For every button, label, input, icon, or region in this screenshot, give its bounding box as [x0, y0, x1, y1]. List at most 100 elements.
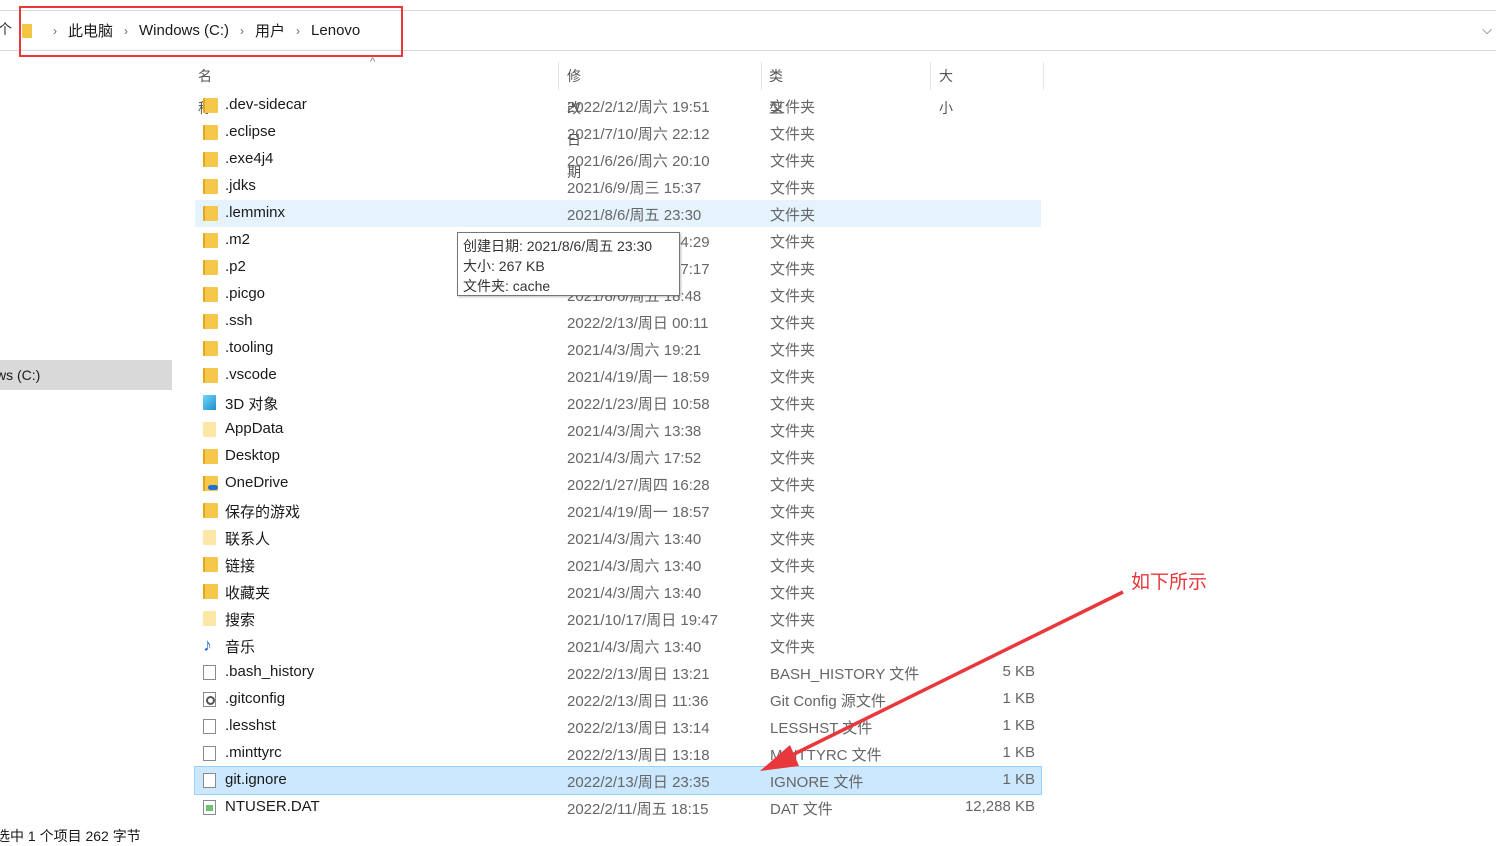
tooltip-size: 大小: 267 KB: [463, 258, 545, 274]
file-date: 2021/7/10/周六 22:12: [567, 126, 710, 143]
file-date: 2022/1/27/周四 16:28: [567, 477, 710, 494]
file-date: 2022/2/12/周六 19:51: [567, 99, 710, 116]
file-row[interactable]: .jdks 2021/6/9/周三 15:37 文件夹: [195, 173, 1041, 200]
file-row[interactable]: .dev-sidecar 2022/2/12/周六 19:51 文件夹: [195, 92, 1041, 119]
file-row[interactable]: .eclipse 2021/7/10/周六 22:12 文件夹: [195, 119, 1041, 146]
file-type: 文件夹: [770, 423, 816, 440]
file-name: .bash_history: [225, 663, 315, 680]
tooltip-folder: 文件夹: cache: [463, 278, 551, 294]
up-arrow-icon[interactable]: 个: [0, 19, 12, 39]
onedrive-folder-icon: [203, 476, 218, 491]
file-name: .lesshst: [225, 717, 276, 734]
file-row[interactable]: .exe4j4 2021/6/26/周六 20:10 文件夹: [195, 146, 1041, 173]
nav-item-label: ): [0, 427, 1, 443]
file-row[interactable]: AppData 2021/4/3/周六 13:38 文件夹: [195, 416, 1041, 443]
3d-objects-icon: [203, 395, 216, 410]
file-type: 文件夹: [770, 531, 816, 548]
column-divider[interactable]: [930, 62, 931, 90]
file-name: .picgo: [225, 285, 266, 302]
file-name: .m2: [225, 231, 251, 248]
column-divider[interactable]: [558, 62, 559, 90]
file-date: 2022/1/23/周日 10:58: [567, 396, 710, 413]
file-icon: [203, 746, 216, 761]
file-row[interactable]: 链接 2021/4/3/周六 13:40 文件夹: [195, 551, 1041, 578]
file-name: 3D 对象: [225, 396, 279, 413]
nav-item-drive-c[interactable]: ws (C:): [0, 360, 172, 390]
file-date: 2021/8/6/周五 23:30: [567, 207, 702, 224]
file-type: 文件夹: [770, 369, 816, 386]
file-name: 链接: [225, 558, 256, 575]
nav-item-drive[interactable]: ): [0, 420, 172, 450]
column-divider[interactable]: [761, 62, 762, 90]
links-icon: [203, 557, 218, 572]
column-divider[interactable]: [1043, 62, 1044, 90]
file-date: 2022/2/13/周日 13:21: [567, 666, 710, 683]
file-date: 2021/4/3/周六 13:40: [567, 558, 702, 575]
file-row[interactable]: .minttyrc 2022/2/13/周日 13:18 MINTTYRC 文件 1 …: [195, 740, 1041, 767]
folder-icon: [203, 98, 218, 113]
folder-icon: [203, 449, 218, 464]
folder-icon: [203, 125, 218, 140]
column-header-size[interactable]: 大小: [939, 60, 953, 116]
file-row[interactable]: 保存的游戏 2021/4/19/周一 18:57 文件夹: [195, 497, 1041, 524]
file-row[interactable]: .tooling 2021/4/3/周六 19:21 文件夹: [195, 335, 1041, 362]
file-type: 文件夹: [770, 396, 816, 413]
chevron-down-icon[interactable]: ⌵: [1482, 22, 1492, 38]
folder-icon: [203, 206, 218, 221]
file-name: NTUSER.DAT: [225, 798, 320, 815]
nav-item-label: ): [0, 397, 1, 413]
file-type: IGNORE 文件: [770, 774, 864, 791]
file-type: 文件夹: [770, 639, 816, 656]
file-name: .lemminx: [225, 204, 286, 221]
file-row[interactable]: 3D 对象 2022/1/23/周日 10:58 文件夹: [195, 389, 1041, 416]
column-header-type[interactable]: 类型: [769, 60, 783, 116]
file-row[interactable]: 联系人 2021/4/3/周六 13:40 文件夹: [195, 524, 1041, 551]
file-row[interactable]: .bash_history 2022/2/13/周日 13:21 BASH_HIST…: [195, 659, 1041, 686]
file-name: .tooling: [225, 339, 274, 356]
file-row[interactable]: 收藏夹 2021/4/3/周六 13:40 文件夹: [195, 578, 1041, 605]
breadcrumb-highlight-box: [19, 6, 403, 57]
file-row[interactable]: 搜索 2021/10/17/周日 19:47 文件夹: [195, 605, 1041, 632]
file-name: .p2: [225, 258, 246, 275]
column-header-name[interactable]: 名称: [198, 60, 212, 116]
file-row[interactable]: NTUSER.DAT 2022/2/11/周五 18:15 DAT 文件 12,288…: [195, 794, 1041, 821]
file-size: 1 KB: [1002, 771, 1035, 788]
file-size: 5 KB: [1002, 663, 1035, 680]
file-type: 文件夹: [770, 126, 816, 143]
config-file-icon: [203, 692, 216, 707]
file-type: 文件夹: [770, 504, 816, 521]
column-header-date[interactable]: 修改日期: [567, 60, 581, 180]
file-type: 文件夹: [770, 612, 816, 629]
file-name: AppData: [225, 420, 284, 437]
sort-ascending-icon: ^: [370, 56, 376, 68]
file-type: Git Config 源文件: [770, 693, 886, 710]
file-row[interactable]: ♪ 音乐 2021/4/3/周六 13:40 文件夹: [195, 632, 1041, 659]
file-row[interactable]: Desktop 2021/4/3/周六 17:52 文件夹: [195, 443, 1041, 470]
file-row[interactable]: .lesshst 2022/2/13/周日 13:14 LESSHST 文件 1 KB: [195, 713, 1041, 740]
file-name: .gitconfig: [225, 690, 286, 707]
file-row[interactable]: .gitconfig 2022/2/13/周日 11:36 Git Config 源…: [195, 686, 1041, 713]
file-row[interactable]: .ssh 2022/2/13/周日 00:11 文件夹: [195, 308, 1041, 335]
file-date: 2021/4/3/周六 13:38: [567, 423, 702, 440]
file-name: git.ignore: [225, 771, 287, 788]
status-bar: 选中 1 个项目 262 字节: [0, 828, 141, 844]
file-date: 2022/2/13/周日 23:35: [567, 774, 710, 791]
file-size: 1 KB: [1002, 744, 1035, 761]
file-row[interactable]: .vscode 2021/4/19/周一 18:59 文件夹: [195, 362, 1041, 389]
file-name: 联系人: [225, 531, 271, 548]
nav-item-drive[interactable]: ): [0, 390, 172, 420]
file-row[interactable]: .lemminx 2021/8/6/周五 23:30 文件夹: [195, 200, 1041, 227]
file-row[interactable]: git.ignore 2022/2/13/周日 23:35 IGNORE 文件 1 K…: [194, 766, 1042, 795]
file-name: .dev-sidecar: [225, 96, 307, 113]
file-type: 文件夹: [770, 99, 816, 116]
file-row[interactable]: OneDrive 2022/1/27/周四 16:28 文件夹: [195, 470, 1041, 497]
folder-icon: [203, 152, 218, 167]
folder-icon: [203, 341, 218, 356]
file-icon: [203, 665, 216, 680]
hidden-folder-icon: [203, 422, 216, 437]
file-type: 文件夹: [770, 180, 816, 197]
file-name: 音乐: [225, 639, 256, 656]
file-icon: [203, 719, 216, 734]
file-size: 1 KB: [1002, 690, 1035, 707]
file-date: 2021/6/9/周三 15:37: [567, 180, 702, 197]
